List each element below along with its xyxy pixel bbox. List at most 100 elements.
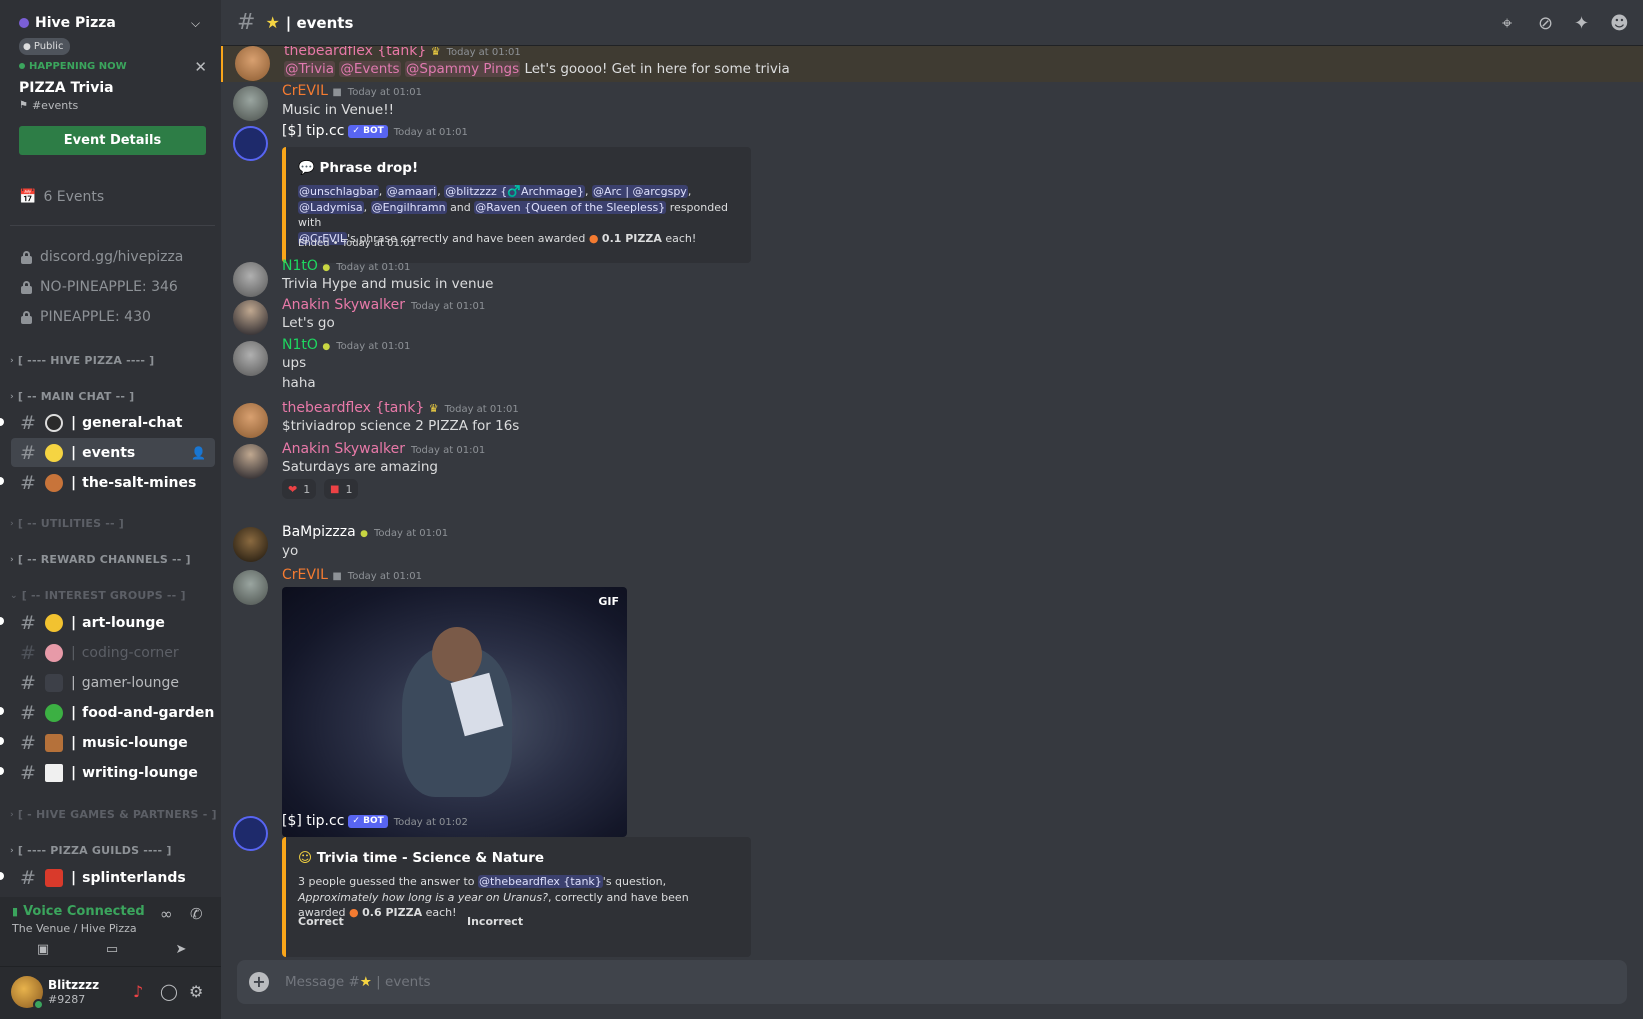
- add-attachment-icon[interactable]: +: [249, 972, 269, 992]
- avatar[interactable]: [233, 341, 268, 376]
- embed-body: @unschlagbar, @amaari, @blitzzzz {♂️Arch…: [298, 185, 728, 245]
- category-pizza-guilds[interactable]: ›[ ---- PIZZA GUILDS ---- ]: [10, 844, 172, 857]
- speech-bubble-icon: 💬: [298, 160, 315, 176]
- disconnect-icon[interactable]: ✆: [190, 905, 203, 923]
- message-author[interactable]: BaMpizzza ● Today at 01:01: [282, 524, 448, 540]
- channel-gamer-lounge[interactable]: # | gamer-lounge: [11, 668, 215, 697]
- channel-label: splinterlands: [82, 869, 186, 886]
- rocket-icon: ➤: [175, 941, 187, 957]
- user-mention[interactable]: @Arc | @arcgspy: [591, 185, 688, 198]
- headphones-icon[interactable]: ◯: [160, 982, 178, 1001]
- activity-button[interactable]: ➤: [151, 938, 211, 960]
- avatar[interactable]: [233, 444, 268, 479]
- avatar[interactable]: [235, 46, 270, 81]
- message-item[interactable]: thebeardflex {tank} ♛ Today at 01:01 @Tri…: [221, 46, 1643, 82]
- voice-location: The Venue / Hive Pizza: [12, 922, 137, 935]
- camera-button[interactable]: ▣: [13, 938, 73, 960]
- user-mention[interactable]: @Engilhramn: [370, 200, 447, 214]
- user-mention[interactable]: @Ladymisa: [298, 200, 364, 214]
- gear-icon[interactable]: ⚙: [189, 982, 203, 1001]
- message-author[interactable]: Anakin Skywalker Today at 01:01: [282, 297, 485, 313]
- gif-attachment[interactable]: GIF: [282, 587, 627, 837]
- channel-writing-lounge[interactable]: # | writing-lounge: [11, 758, 215, 787]
- avatar[interactable]: [233, 262, 268, 297]
- message-item[interactable]: Anakin Skywalker Today at 01:01 Let's go: [221, 297, 1643, 338]
- message-item[interactable]: CrEVIL ■ Today at 01:01 Music in Venue!!: [221, 83, 1643, 126]
- channel-label: food-and-garden: [82, 704, 215, 721]
- avatar[interactable]: [233, 527, 268, 562]
- locked-channel[interactable]: discord.gg/hivepizza: [21, 249, 183, 265]
- role-mention[interactable]: @Events: [339, 61, 401, 77]
- message-item[interactable]: CrEVIL ■ Today at 01:01 GIF: [221, 567, 1643, 842]
- pin-icon[interactable]: ✦: [1574, 13, 1589, 34]
- event-status-label: HAPPENING NOW: [29, 60, 127, 72]
- message-author[interactable]: thebeardflex {tank} ♛ Today at 01:01: [282, 400, 519, 416]
- message-item[interactable]: BaMpizzza ● Today at 01:01 yo: [221, 524, 1643, 564]
- locked-channel[interactable]: PINEAPPLE: 430: [21, 309, 151, 325]
- reaction-emoji[interactable]: ■ 1: [324, 479, 359, 499]
- category-main-chat[interactable]: ›[ -- MAIN CHAT -- ]: [10, 390, 134, 403]
- locked-channel-label: PINEAPPLE: 430: [40, 309, 151, 325]
- author-name: CrEVIL: [282, 83, 328, 99]
- message-item[interactable]: thebeardflex {tank} ♛ Today at 01:01 $tri…: [221, 400, 1643, 441]
- events-link[interactable]: 📅 6 Events: [19, 189, 104, 205]
- message-author[interactable]: Anakin Skywalker Today at 01:01: [282, 441, 485, 457]
- user-mention[interactable]: @amaari: [385, 185, 438, 198]
- user-mention[interactable]: @blitzzzz {♂️Archmage️}: [444, 185, 585, 198]
- category-reward-channels[interactable]: ›[ -- REWARD CHANNELS -- ]: [10, 553, 191, 566]
- avatar[interactable]: [233, 816, 268, 851]
- role-mention[interactable]: @Spammy Pings: [404, 61, 521, 77]
- avatar[interactable]: [233, 126, 268, 161]
- channel-the-salt-mines[interactable]: # | the-salt-mines: [11, 468, 215, 497]
- author-name: thebeardflex {tank}: [282, 400, 425, 416]
- message-author[interactable]: N1tO ● Today at 01:01: [282, 337, 410, 353]
- mute-mic-icon[interactable]: ♪: [133, 982, 143, 1001]
- message-item[interactable]: Anakin Skywalker Today at 01:01 Saturdays…: [221, 441, 1643, 502]
- message-item[interactable]: N1tO ● Today at 01:01 ups haha: [221, 337, 1643, 397]
- message-author[interactable]: CrEVIL ■ Today at 01:01: [282, 83, 422, 99]
- message-author[interactable]: [$] tip.cc ✓ BOT Today at 01:02: [282, 813, 468, 829]
- message-item[interactable]: [$] tip.cc ✓ BOT Today at 01:02 ☺ Trivia t…: [221, 813, 1643, 960]
- category-hive-games[interactable]: ›[ - HIVE GAMES & PARTNERS - ]: [10, 808, 217, 821]
- screen-share-button[interactable]: ▭: [82, 938, 142, 960]
- category-interest-groups[interactable]: ⌄[ -- INTEREST GROUPS -- ]: [10, 589, 186, 602]
- avatar[interactable]: [233, 86, 268, 121]
- avatar[interactable]: [233, 403, 268, 438]
- event-details-button[interactable]: Event Details: [19, 126, 206, 155]
- avatar[interactable]: [233, 570, 268, 605]
- notifications-muted-icon[interactable]: ⊘: [1538, 13, 1553, 34]
- user-mention[interactable]: @thebeardflex {tank}: [478, 875, 603, 888]
- close-icon[interactable]: ✕: [194, 58, 207, 76]
- locked-channel[interactable]: NO-PINEAPPLE: 346: [21, 279, 178, 295]
- role-mention[interactable]: @Trivia: [284, 61, 336, 77]
- message-list: thebeardflex {tank} ♛ Today at 01:01 @Tri…: [221, 46, 1643, 960]
- category-hive-pizza[interactable]: ›[ ---- HIVE PIZZA ---- ]: [10, 354, 154, 367]
- message-author[interactable]: thebeardflex {tank} ♛ Today at 01:01: [284, 46, 521, 59]
- category-label: [ -- UTILITIES -- ]: [17, 517, 125, 530]
- chevron-down-icon[interactable]: ⌵: [191, 16, 205, 30]
- channel-art-lounge[interactable]: # | art-lounge: [11, 608, 215, 637]
- category-label: [ ---- PIZZA GUILDS ---- ]: [17, 844, 172, 857]
- channel-music-lounge[interactable]: # | music-lounge: [11, 728, 215, 757]
- hash-icon: #: [20, 441, 36, 464]
- message-author[interactable]: N1tO ● Today at 01:01: [282, 258, 410, 274]
- channel-events[interactable]: # | events 👤: [11, 438, 215, 467]
- category-utilities[interactable]: ›[ -- UTILITIES -- ]: [10, 517, 124, 530]
- reaction-heart[interactable]: ❤ 1: [282, 479, 317, 499]
- member-list-icon[interactable]: ☻: [1610, 13, 1629, 34]
- message-item[interactable]: N1tO ● Today at 01:01 Trivia Hype and mus…: [221, 258, 1643, 300]
- message-author[interactable]: CrEVIL ■ Today at 01:01: [282, 567, 422, 583]
- avatar[interactable]: [233, 300, 268, 335]
- message-composer[interactable]: + Message #★ | events: [237, 960, 1627, 1004]
- channel-splinterlands[interactable]: # | splinterlands: [11, 863, 215, 892]
- threads-icon[interactable]: ⌖: [1502, 13, 1512, 34]
- channel-coding-corner[interactable]: # | coding-corner: [11, 638, 215, 667]
- add-member-icon[interactable]: 👤: [191, 446, 206, 460]
- noise-suppression-icon[interactable]: ∞: [160, 905, 173, 923]
- channel-general-chat[interactable]: # | general-chat: [11, 408, 215, 437]
- user-mention[interactable]: @unschlagbar: [298, 185, 379, 198]
- channel-food-and-garden[interactable]: # | food-and-garden: [11, 698, 215, 727]
- user-mention[interactable]: @Raven {Queen of the Sleepless}: [474, 200, 667, 214]
- event-card: HAPPENING NOW ✕ PIZZA Trivia ⚑ #events: [19, 58, 207, 112]
- message-author[interactable]: [$] tip.cc ✓ BOT Today at 01:01: [282, 123, 468, 139]
